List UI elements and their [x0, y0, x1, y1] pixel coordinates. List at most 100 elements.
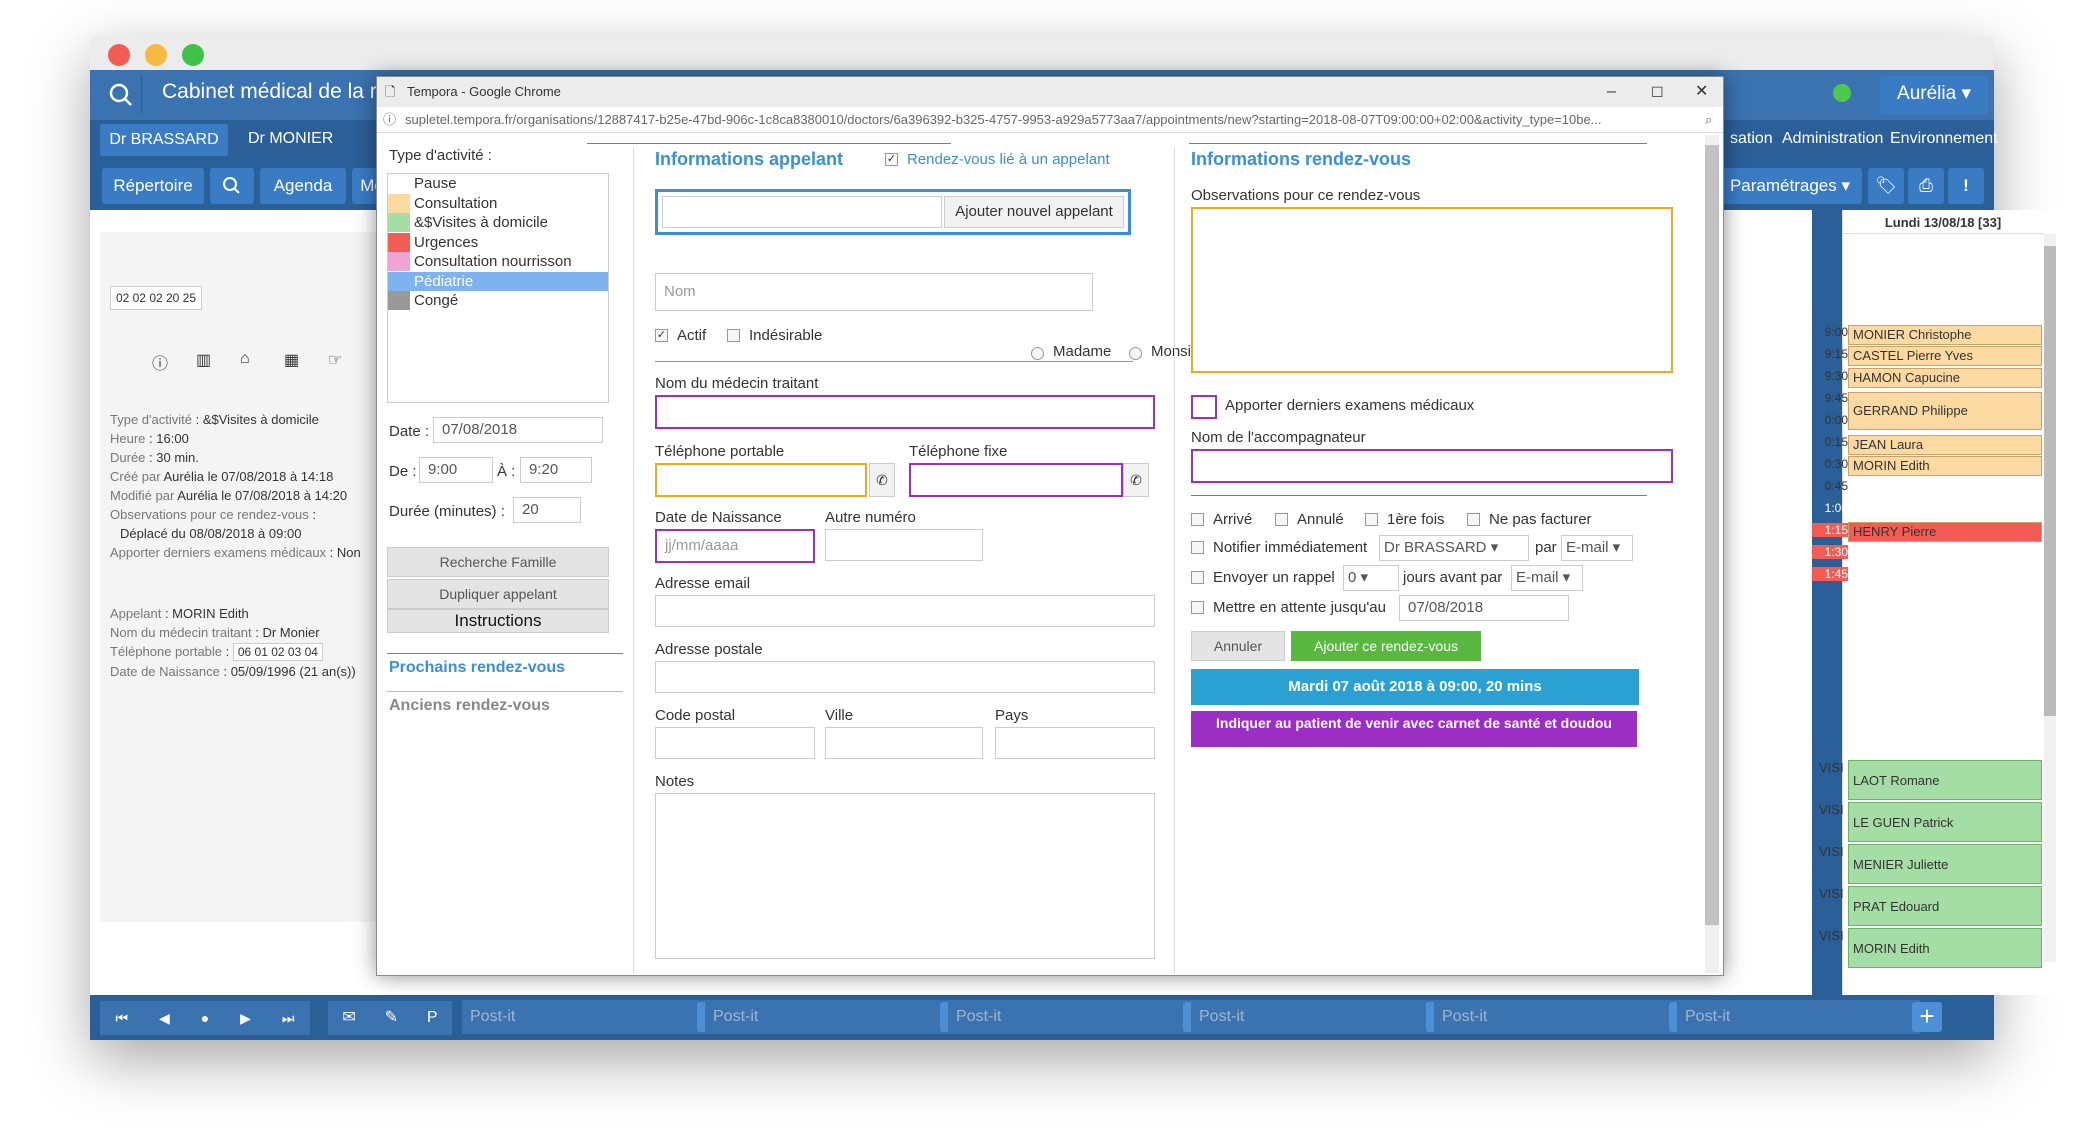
- calendar-scrollbar[interactable]: [2044, 234, 2056, 962]
- instructions-button[interactable]: Instructions: [387, 609, 609, 633]
- postit-field[interactable]: Post-it: [1677, 1000, 1920, 1034]
- phone-icon[interactable]: ✆: [869, 463, 895, 497]
- activity-item[interactable]: Pédiatrie: [388, 271, 608, 291]
- caller-search-input[interactable]: [662, 196, 942, 228]
- calendar-appointment[interactable]: MORIN Edith: [1848, 456, 2042, 476]
- tab-old-appointments[interactable]: Anciens rendez-vous: [389, 697, 550, 715]
- mobile-input[interactable]: [655, 463, 867, 497]
- name-input[interactable]: Nom: [655, 273, 1093, 311]
- other-input[interactable]: [825, 529, 983, 561]
- bank-icon[interactable]: ⌂: [240, 350, 250, 368]
- nav-environnement[interactable]: Environnement: [1890, 130, 1998, 148]
- repertoire-button[interactable]: Répertoire: [102, 168, 204, 204]
- first-icon[interactable]: ⏮: [115, 1001, 128, 1035]
- user-menu[interactable]: Aurélia ▾: [1880, 76, 1988, 114]
- tab-dr-brassard[interactable]: Dr BRASSARD: [100, 124, 228, 156]
- notify-channel-select[interactable]: E-mail ▾: [1561, 535, 1633, 561]
- date-input[interactable]: 07/08/2018: [433, 417, 603, 443]
- postit-field[interactable]: Post-it: [1434, 1000, 1677, 1034]
- activity-item[interactable]: &$Visites à domicile: [388, 213, 608, 233]
- calendar-appointment[interactable]: GERRAND Philippe: [1848, 392, 2042, 430]
- calendar-appointment[interactable]: HENRY Pierre: [1848, 522, 2042, 542]
- calendar-appointment[interactable]: MONIER Christophe: [1848, 325, 2042, 345]
- fixed-input[interactable]: [909, 463, 1123, 497]
- exams-checkbox[interactable]: [1191, 395, 1217, 419]
- active-checkbox[interactable]: ✓: [655, 329, 668, 342]
- parametrages-menu[interactable]: Paramétrages ▾: [1718, 168, 1862, 204]
- civility-radio[interactable]: [1031, 347, 1044, 360]
- activity-item[interactable]: Urgences: [388, 232, 608, 253]
- agenda-button[interactable]: Agenda: [260, 168, 346, 204]
- activity-item[interactable]: Consultation: [388, 193, 608, 214]
- print-icon[interactable]: ⎙: [1908, 168, 1944, 204]
- reminder-days-select[interactable]: 0 ▾: [1343, 565, 1399, 591]
- nav-organisation[interactable]: sation: [1730, 130, 1773, 148]
- to-input[interactable]: 9:20: [520, 457, 592, 483]
- p-button[interactable]: P: [427, 1001, 438, 1035]
- calendar-visit[interactable]: LAOT Romane: [1848, 760, 2042, 800]
- nobill-checkbox[interactable]: [1467, 513, 1480, 526]
- edit-icon[interactable]: ✎: [385, 1001, 398, 1035]
- minimize-window-icon[interactable]: [145, 44, 167, 66]
- cancel-button[interactable]: Annuler: [1191, 631, 1285, 661]
- activity-list[interactable]: Pause Consultation &$Visites à domicile Urg…: [387, 173, 609, 403]
- dupliquer-button[interactable]: Dupliquer appelant: [387, 579, 609, 609]
- notes-textarea[interactable]: [655, 793, 1155, 959]
- maximize-window-icon[interactable]: [182, 44, 204, 66]
- calendar-visit[interactable]: MENIER Juliette: [1848, 844, 2042, 884]
- activity-item[interactable]: Consultation nourrisson: [388, 252, 608, 272]
- cancelled-checkbox[interactable]: [1275, 513, 1288, 526]
- notify-doctor-select[interactable]: Dr BRASSARD ▾: [1379, 535, 1529, 561]
- recherche-famille-button[interactable]: Recherche Famille: [387, 547, 609, 577]
- next-icon[interactable]: ▶: [240, 1001, 251, 1035]
- close-icon[interactable]: ✕: [1695, 77, 1708, 107]
- nav-administration[interactable]: Administration: [1782, 130, 1883, 148]
- calendar-appointment[interactable]: JEAN Laura: [1848, 435, 2042, 455]
- phone-fixed-icon[interactable]: ✆: [1123, 463, 1149, 497]
- from-input[interactable]: 9:00: [419, 457, 493, 483]
- record-icon[interactable]: ●: [201, 1001, 209, 1035]
- postit-field[interactable]: Post-it: [462, 1000, 705, 1034]
- reminder-channel-select[interactable]: E-mail ▾: [1511, 565, 1583, 591]
- notify-checkbox[interactable]: [1191, 541, 1204, 554]
- tab-next-appointments[interactable]: Prochains rendez-vous: [389, 659, 565, 677]
- country-input[interactable]: [995, 727, 1155, 759]
- calendar-appointment[interactable]: CASTEL Pierre Yves: [1848, 346, 2042, 366]
- add-caller-button[interactable]: Ajouter nouvel appelant: [944, 196, 1124, 228]
- search-icon[interactable]: [100, 76, 142, 114]
- calendar-visit[interactable]: LE GUEN Patrick: [1848, 802, 2042, 842]
- activity-item[interactable]: Congé: [388, 291, 608, 311]
- postal-input[interactable]: [655, 661, 1155, 693]
- close-window-icon[interactable]: [108, 44, 130, 66]
- reminder-checkbox[interactable]: [1191, 571, 1204, 584]
- tab-dr-monier[interactable]: Dr MONIER: [248, 130, 333, 148]
- wait-date-input[interactable]: 07/08/2018: [1399, 595, 1569, 621]
- obs-textarea[interactable]: [1191, 207, 1673, 373]
- popup-scrollbar[interactable]: [1705, 135, 1719, 973]
- postit-field[interactable]: Post-it: [705, 1000, 948, 1034]
- duration-input[interactable]: 20: [513, 497, 581, 523]
- add-appointment-button[interactable]: Ajouter ce rendez-vous: [1291, 631, 1481, 661]
- wait-checkbox[interactable]: [1191, 601, 1204, 614]
- civility-radio[interactable]: [1129, 347, 1142, 360]
- zip-input[interactable]: [655, 727, 815, 759]
- linked-checkbox[interactable]: ✓: [885, 153, 898, 166]
- add-postit-icon[interactable]: +: [1912, 1002, 1942, 1032]
- arrived-checkbox[interactable]: [1191, 513, 1204, 526]
- phone-badge[interactable]: 02 02 02 20 25: [110, 286, 202, 310]
- hand-point-icon[interactable]: ☞: [328, 350, 342, 370]
- activity-item[interactable]: Pause: [388, 174, 608, 194]
- city-input[interactable]: [825, 727, 983, 759]
- maximize-icon[interactable]: ☐: [1651, 77, 1664, 107]
- minimize-icon[interactable]: –: [1607, 77, 1616, 107]
- postit-field[interactable]: Post-it: [1191, 1000, 1434, 1034]
- calendar-visit[interactable]: MORIN Edith: [1848, 928, 2042, 968]
- mail-icon[interactable]: ✉: [342, 1001, 355, 1035]
- books-icon[interactable]: ▥: [196, 350, 211, 370]
- agenda-search-icon[interactable]: [210, 168, 254, 204]
- url-text[interactable]: supletel.tempora.fr/organisations/128874…: [405, 112, 1602, 127]
- calendar-icon[interactable]: ▦: [284, 350, 299, 370]
- treating-input[interactable]: [655, 395, 1155, 429]
- dob-input[interactable]: jj/mm/aaaa: [655, 529, 815, 563]
- calendar-visit[interactable]: PRAT Edouard: [1848, 886, 2042, 926]
